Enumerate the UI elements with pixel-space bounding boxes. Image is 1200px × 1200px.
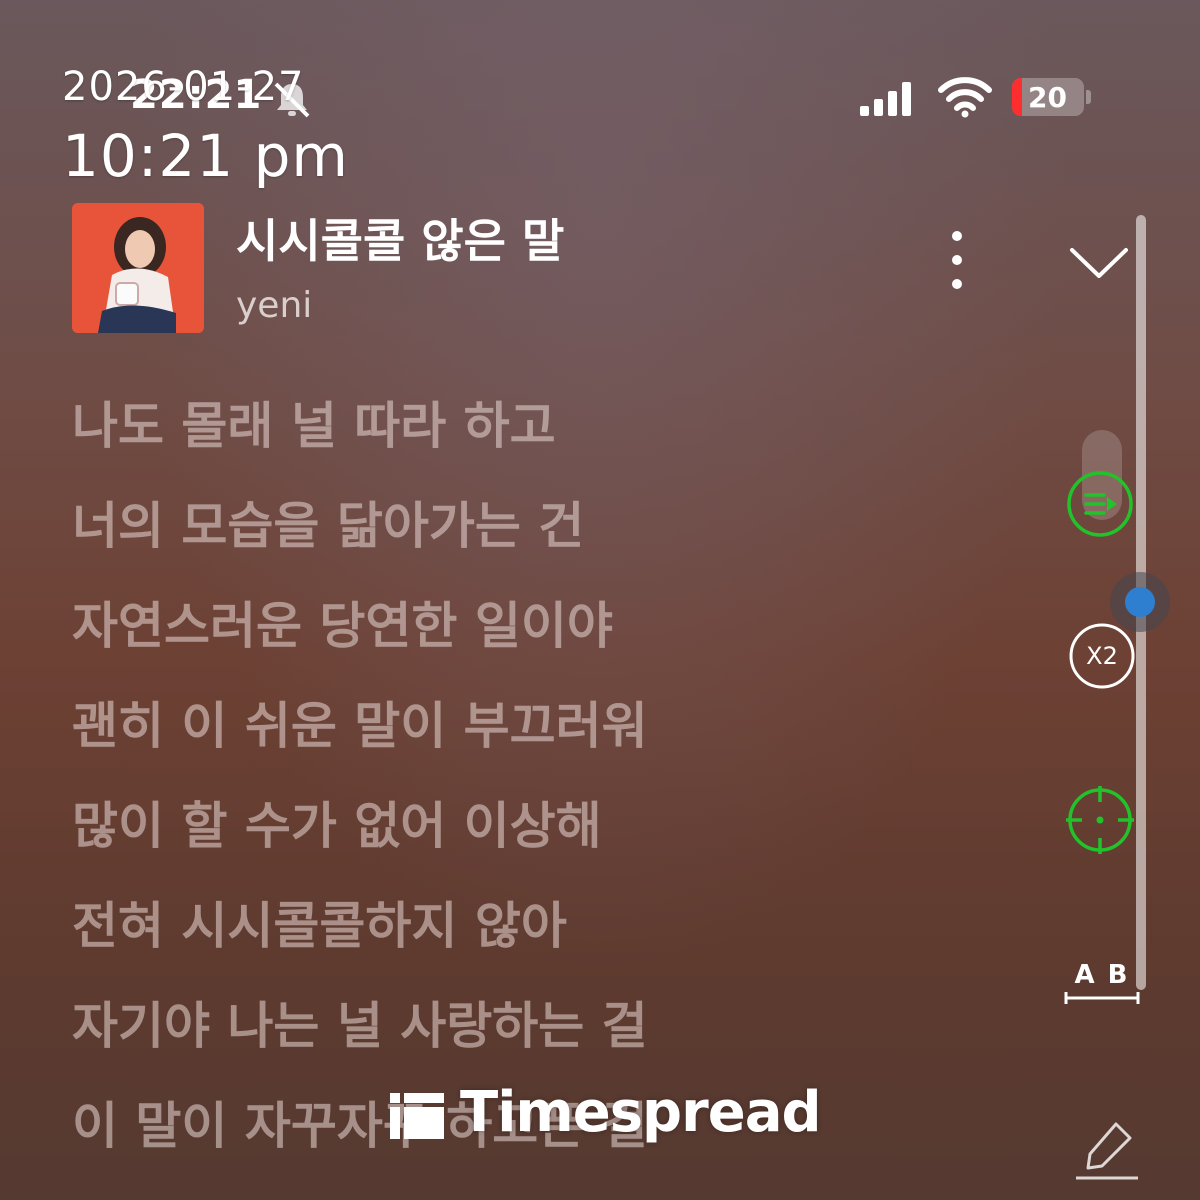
- more-vertical-icon: [952, 279, 962, 289]
- timestamp-date: 2026-01-27: [62, 64, 305, 110]
- music-player-screen: 22:21 2026-01-27 10:21 pm 20 시시콜콜 않은 말 y…: [0, 0, 1200, 1200]
- lyric-line[interactable]: 자기야 나는 널 사랑하는 걸: [72, 990, 648, 1090]
- track-artist[interactable]: yeni: [236, 285, 312, 326]
- timespread-logo-icon: [390, 1092, 444, 1139]
- watermark: Timespread: [390, 1080, 822, 1145]
- battery-nub: [1086, 90, 1091, 104]
- album-art[interactable]: [72, 203, 204, 333]
- lyric-line[interactable]: 나도 몰래 널 따라 하고: [72, 390, 648, 490]
- lyric-line[interactable]: 많이 할 수가 없어 이상해: [72, 790, 648, 890]
- battery-indicator: 20: [1012, 78, 1091, 116]
- battery-level: 20: [1028, 81, 1067, 114]
- more-vertical-icon: [952, 255, 962, 265]
- wifi-icon: [938, 77, 992, 118]
- more-vertical-icon: [952, 231, 962, 241]
- chevron-down-icon[interactable]: [1066, 236, 1132, 288]
- lyric-line[interactable]: 너의 모습을 닮아가는 건: [72, 490, 648, 590]
- speed-button[interactable]: X2: [1066, 620, 1138, 692]
- lyric-line[interactable]: 괜히 이 쉬운 말이 부끄러워: [72, 690, 648, 790]
- album-art-image: [72, 203, 204, 333]
- timestamp-time: 10:21 pm: [62, 122, 349, 190]
- watermark-text: Timespread: [460, 1080, 822, 1145]
- lyric-line[interactable]: 전혀 시시콜콜하지 않아: [72, 890, 648, 990]
- track-title: 시시콜콜 않은 말: [236, 214, 565, 268]
- speed-label: X2: [1086, 642, 1118, 670]
- playlist-play-icon[interactable]: [1064, 468, 1136, 540]
- pen-icon[interactable]: [1072, 1118, 1142, 1188]
- battery-fill: [1012, 78, 1022, 116]
- ab-repeat-button[interactable]: A B: [1062, 960, 1142, 1010]
- cellular-signal-icon: [860, 82, 911, 116]
- lyrics-list: 나도 몰래 널 따라 하고 너의 모습을 닮아가는 건 자연스러운 당연한 일이…: [72, 390, 648, 1190]
- ab-repeat-icon: [1064, 992, 1140, 1004]
- more-options-button[interactable]: [930, 225, 984, 295]
- lyric-line[interactable]: 자연스러운 당연한 일이야: [72, 590, 648, 690]
- crosshair-icon[interactable]: [1064, 784, 1136, 856]
